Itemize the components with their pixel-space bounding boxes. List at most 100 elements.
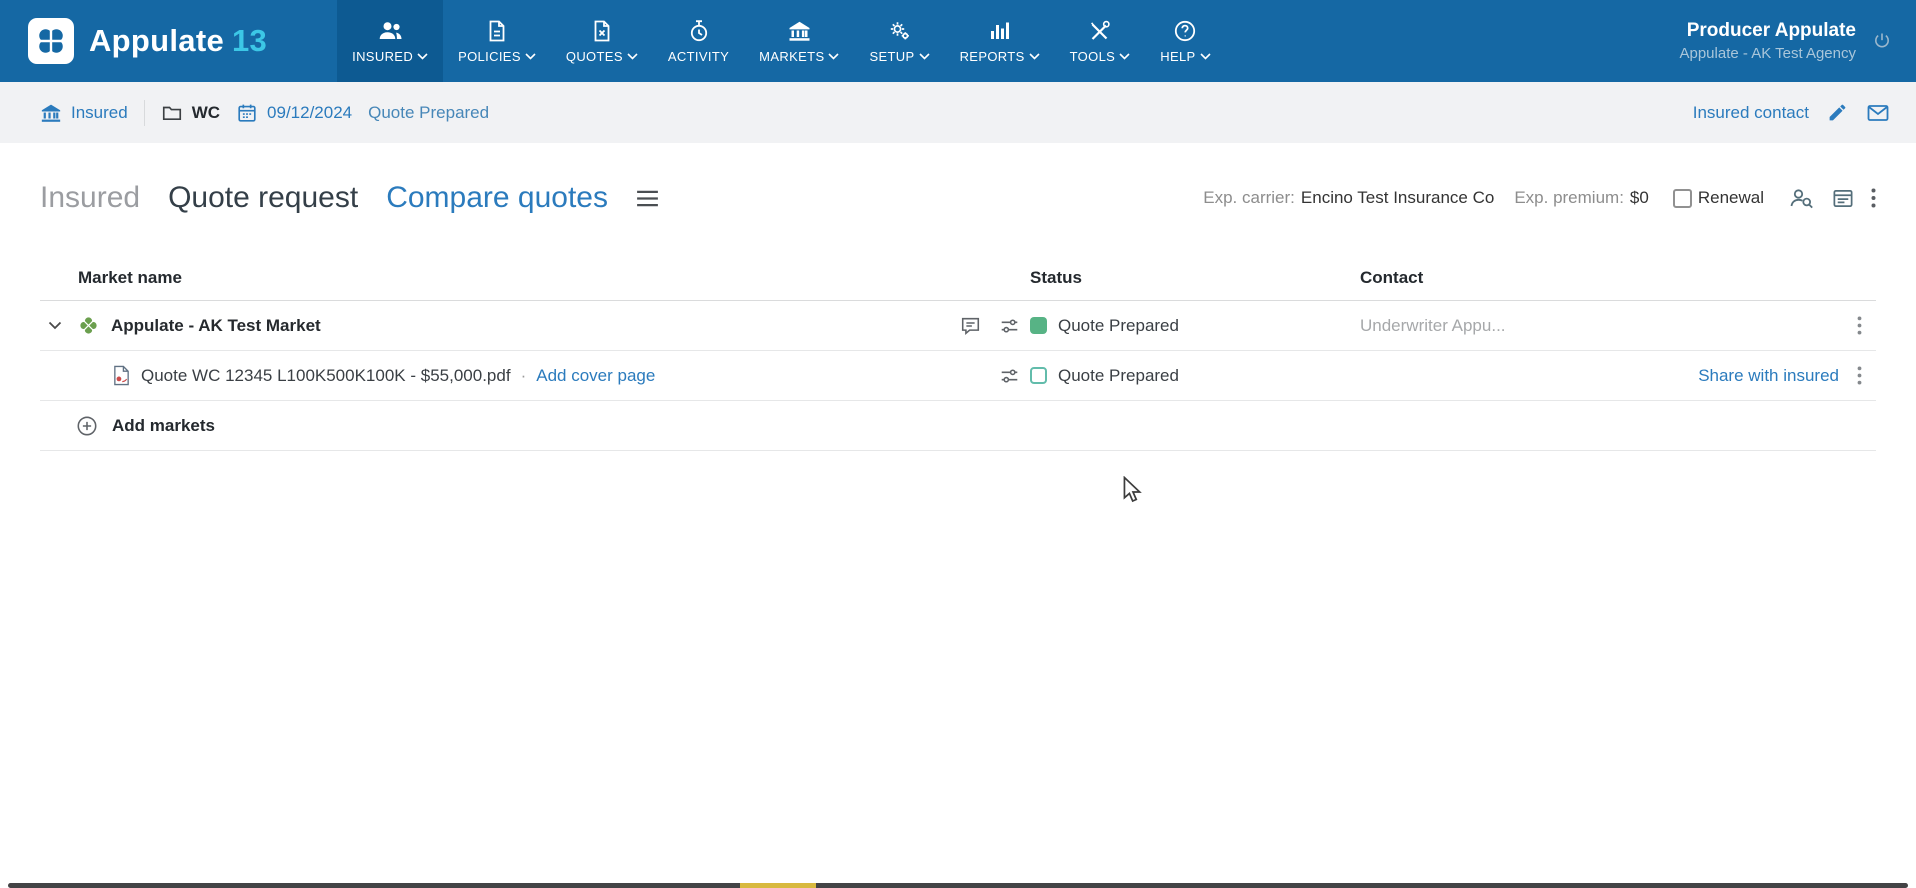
envelope-icon[interactable] [1866,101,1890,125]
main-content: Insured Quote request Compare quotes Exp… [0,181,1916,451]
tab-insured[interactable]: Insured [40,181,140,215]
nav-label: POLICIES [458,48,521,64]
sliders-icon[interactable] [998,315,1021,337]
add-markets-label: Add markets [112,415,215,435]
market-status: Quote Prepared [1058,315,1179,335]
logout-power-icon[interactable] [1872,31,1892,51]
add-markets-button[interactable]: Add markets [40,401,1876,451]
exp-premium-label: Exp. premium: [1514,188,1624,207]
markets-table: Market name Status Contact Appulate - AK… [40,255,1876,451]
breadcrumb-date[interactable]: 09/12/2024 [236,102,352,124]
gear-icon [887,19,912,43]
nav-item-insured[interactable]: INSURED [337,0,444,82]
breadcrumb-date-label[interactable]: 09/12/2024 [267,103,352,123]
renewal-checkbox[interactable] [1672,188,1692,208]
people-icon [377,19,404,43]
main-menu: INSURED POLICIES QUOTES ACTIVITY MARKETS… [337,0,1225,82]
message-icon[interactable] [959,315,982,337]
progress-bar [8,883,1908,888]
table-header-row: Market name Status Contact [40,255,1876,301]
breadcrumb-divider [143,99,145,126]
header-status: Status [1030,267,1082,287]
bar-chart-icon [987,19,1012,43]
notes-icon[interactable] [1831,187,1855,210]
nav-item-tools[interactable]: TOOLS [1055,0,1146,82]
add-cover-page-link[interactable]: Add cover page [536,366,655,386]
breadcrumb-lob-label[interactable]: WC [192,103,220,123]
pdf-file-icon [112,365,131,386]
quote-meta: Exp. carrier: Encino Test Insurance Co E… [1203,186,1876,210]
nav-item-reports[interactable]: REPORTS [945,0,1055,82]
exp-carrier-value: Encino Test Insurance Co [1300,188,1495,207]
stopwatch-icon [687,19,711,43]
dot-separator: · [520,365,527,385]
nav-label: TOOLS [1069,48,1116,64]
tab-compare-quotes[interactable]: Compare quotes [386,181,608,215]
nav-label: ACTIVITY [667,48,730,64]
breadcrumb: Insured WC 09/12/2024 Quote Prepared Ins… [0,82,1916,143]
tools-icon [1087,19,1112,43]
nav-item-help[interactable]: HELP [1145,0,1225,82]
market-name[interactable]: Appulate - AK Test Market [111,316,321,336]
tab-quote-request[interactable]: Quote request [168,181,358,215]
user-agency: Appulate - AK Test Agency [1679,45,1856,63]
quote-status: Quote Prepared [1058,365,1179,385]
insured-contact-link[interactable]: Insured contact [1693,103,1809,123]
chevron-down-icon [918,52,930,60]
brand-name: Appulate 13 [89,23,267,59]
header-contact: Contact [1360,267,1424,287]
nav-label: SETUP [869,48,915,64]
status-empty-square [1030,367,1047,384]
insured-bank-icon [40,102,62,124]
row-kebab-icon[interactable] [1857,366,1862,385]
chevron-down-icon [1200,52,1211,60]
renewal-label: Renewal [1697,188,1764,207]
nav-item-policies[interactable]: POLICIES [443,0,551,82]
top-nav: Appulate 13 INSURED POLICIES QUOTES ACTI… [0,0,1916,82]
nav-label: INSURED [352,48,414,64]
collapse-chevron-icon[interactable] [48,321,62,330]
market-contact[interactable]: Underwriter Appu... [1360,316,1600,336]
document-icon [485,19,509,43]
status-filled-square [1030,317,1047,334]
quote-file-name[interactable]: Quote WC 12345 L100K500K100K - $55,000.p… [141,366,511,386]
breadcrumb-status: Quote Prepared [368,103,489,123]
nav-item-activity[interactable]: ACTIVITY [653,0,744,82]
nav-label: QUOTES [565,48,623,64]
user-name[interactable]: Producer Appulate [1679,20,1856,43]
breadcrumb-insured-label[interactable]: Insured [71,103,128,123]
exp-premium-value: $0 [1629,188,1649,207]
nav-item-markets[interactable]: MARKETS [744,0,854,82]
kebab-menu-icon[interactable] [1871,188,1876,208]
brand-version: 13 [232,23,268,58]
plus-circle-icon [76,415,98,437]
breadcrumb-lob[interactable]: WC [161,102,220,124]
market-row: Appulate - AK Test Market Quote Prepared… [40,301,1876,351]
quote-file-row: Quote WC 12345 L100K500K100K - $55,000.p… [40,351,1876,401]
chevron-down-icon [828,52,840,60]
quote-document-icon [590,19,614,43]
appulate-logo-icon [28,18,74,64]
header-market-name: Market name [78,267,182,287]
nav-item-quotes[interactable]: QUOTES [551,0,653,82]
find-contact-icon[interactable] [1788,186,1815,210]
row-kebab-icon[interactable] [1857,316,1862,335]
market-clover-icon [78,315,99,336]
brand[interactable]: Appulate 13 [0,0,337,82]
tabs-menu-icon[interactable] [636,190,659,207]
sliders-icon[interactable] [998,365,1021,387]
chevron-down-icon [627,52,638,60]
progress-bar-marker [739,883,816,888]
nav-item-setup[interactable]: SETUP [854,0,944,82]
mouse-cursor [1122,476,1144,504]
chevron-down-icon [1119,52,1130,60]
chevron-down-icon [1029,52,1040,60]
nav-label: HELP [1160,48,1196,64]
chevron-down-icon [525,52,536,60]
user-area: Producer Appulate Appulate - AK Test Age… [1679,0,1916,82]
bank-icon [787,19,812,43]
share-with-insured-link[interactable]: Share with insured [1698,366,1839,386]
pencil-icon[interactable] [1827,102,1848,123]
nav-label: MARKETS [759,48,825,64]
breadcrumb-insured[interactable]: Insured [40,102,128,124]
